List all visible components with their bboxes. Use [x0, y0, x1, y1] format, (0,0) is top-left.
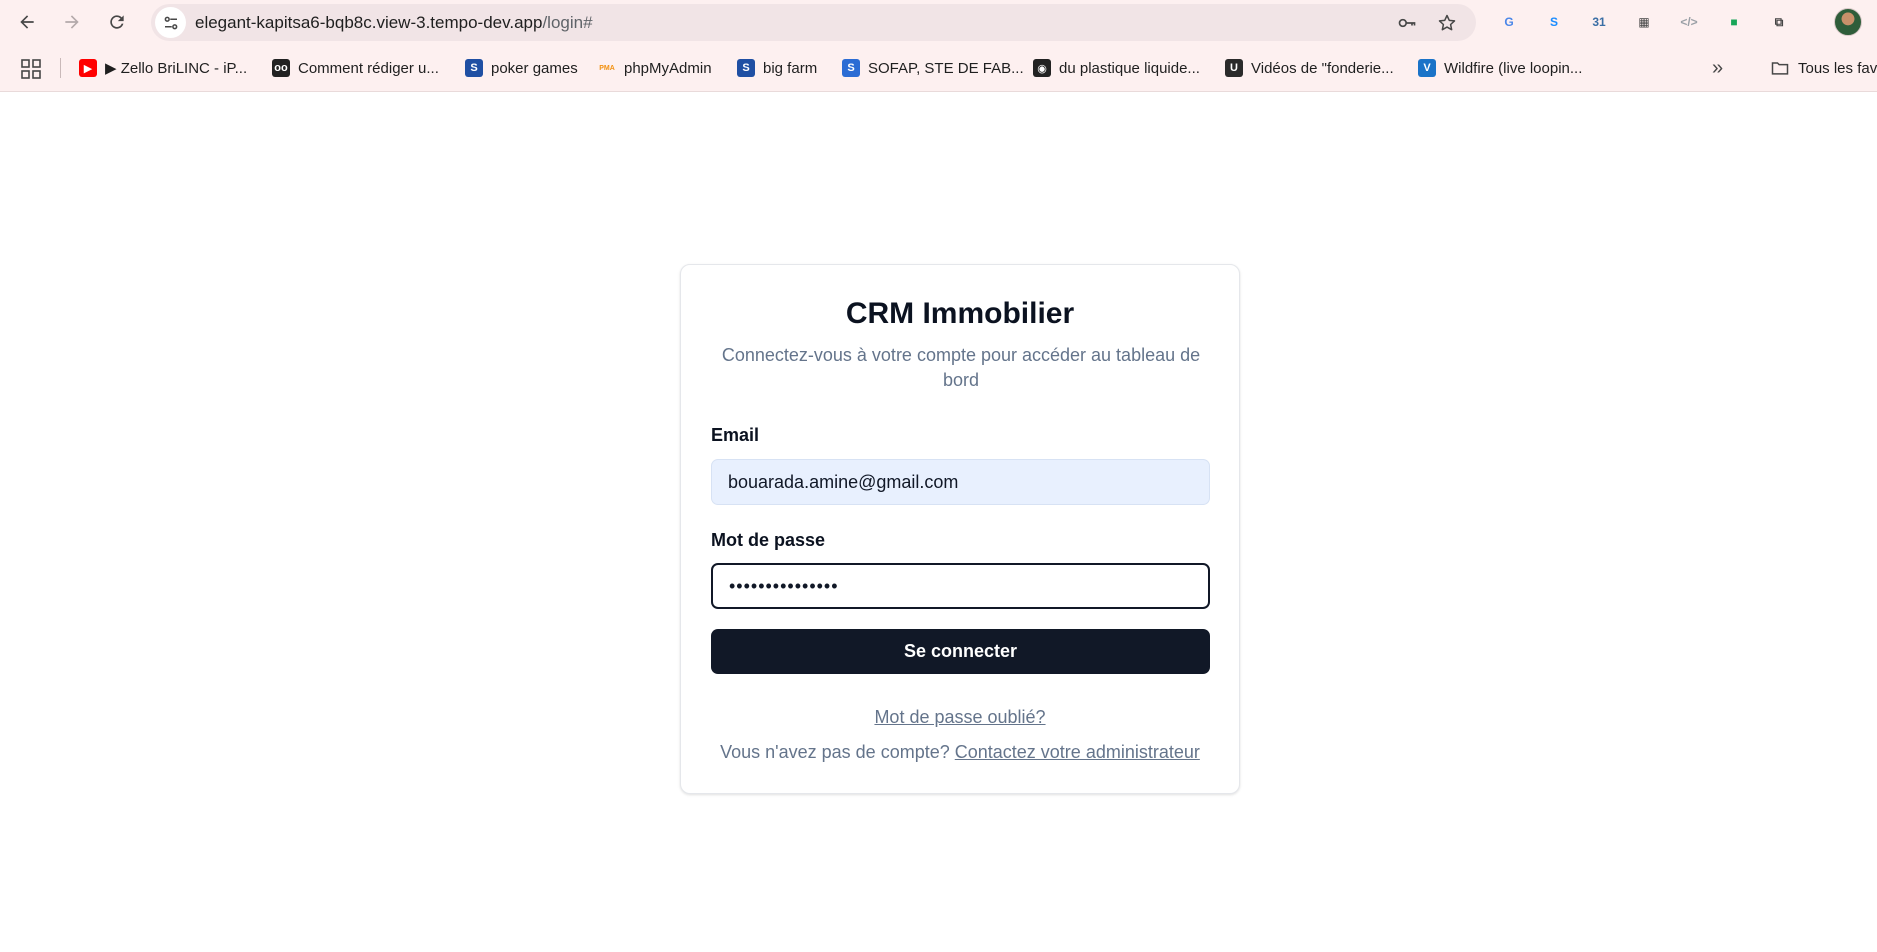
chat-ext-icon[interactable]: ■: [1722, 10, 1746, 34]
password-manager-button[interactable]: [1395, 11, 1419, 35]
bookmark-label: Wildfire (live loopin...: [1444, 59, 1583, 77]
url-path: /login#: [542, 13, 593, 32]
bookmark-label: Vidéos de "fonderie...: [1251, 59, 1394, 77]
bookmark-label: Comment rédiger u...: [298, 59, 439, 77]
video-site-icon: U: [1225, 59, 1243, 77]
more-bookmarks-button[interactable]: »: [1712, 56, 1723, 80]
forgot-password-link[interactable]: Mot de passe oublié?: [874, 707, 1045, 727]
forward-button[interactable]: [56, 6, 88, 38]
calendar-ext-icon[interactable]: 31: [1587, 10, 1611, 34]
page-title: CRM Immobilier: [845, 297, 1075, 330]
address-bar[interactable]: elegant-kapitsa6-bqb8c.view-3.tempo-dev.…: [151, 4, 1476, 41]
bookmark-item[interactable]: U Vidéos de "fonderie...: [1225, 56, 1394, 80]
back-button[interactable]: [11, 6, 43, 38]
bookmarks-bar: ▶ ▶ Zello BriLINC - iP... oo Comment rédige…: [0, 44, 1877, 92]
password-field[interactable]: [711, 563, 1210, 609]
reload-icon: [110, 15, 124, 29]
bookmark-item[interactable]: PMA phpMyAdmin: [598, 56, 712, 80]
bookmarks-divider: [60, 58, 61, 78]
arrow-left-icon: [20, 15, 34, 29]
chevron-double-right-icon: »: [1712, 56, 1724, 79]
s-brand-icon: S: [465, 59, 483, 77]
bookmark-label: ▶ Zello BriLINC - iP...: [105, 60, 248, 77]
password-label: Mot de passe: [711, 530, 826, 550]
apps-grid-icon[interactable]: [21, 59, 41, 79]
profile-avatar[interactable]: [1834, 8, 1862, 36]
login-card: CRM Immobilier Connectez-vous à votre co…: [680, 264, 1240, 794]
bookmark-label: du plastique liquide...: [1059, 59, 1200, 77]
v-brand-icon: V: [1418, 59, 1436, 77]
youtube-icon: ▶: [79, 59, 97, 77]
reload-button[interactable]: [101, 6, 133, 38]
bookmark-item[interactable]: V Wildfire (live loopin...: [1418, 56, 1582, 80]
login-button[interactable]: Se connecter: [711, 629, 1210, 674]
forgot-password-row: Mot de passe oublié?: [681, 707, 1239, 728]
bookmarks-folder-label: Tous les fav: [1798, 59, 1877, 77]
bookmark-star-button[interactable]: [1435, 11, 1459, 35]
login-subtitle: Connectez-vous à votre compte pour accéd…: [721, 345, 1201, 390]
folder-icon: [1771, 62, 1789, 75]
email-field[interactable]: [711, 459, 1210, 505]
bookmark-label: SOFAP, STE DE FAB...: [868, 59, 1024, 77]
bookmark-label: poker games: [491, 59, 578, 77]
qr-code-icon[interactable]: ▦: [1632, 10, 1656, 34]
owl-icon: oo: [272, 59, 290, 77]
phpmyadmin-icon: PMA: [599, 64, 615, 72]
signup-row: Vous n'avez pas de compte? Contactez vot…: [681, 742, 1239, 763]
google-translate-icon[interactable]: G: [1497, 10, 1521, 34]
key-icon: [1398, 18, 1416, 28]
sofap-icon: S: [842, 59, 860, 77]
bookmark-label: phpMyAdmin: [624, 59, 712, 77]
bookmark-item[interactable]: Spoker games: [465, 56, 578, 80]
signup-prompt: Vous n'avez pas de compte?: [720, 742, 950, 762]
email-label: Email: [711, 425, 760, 445]
bookmark-item[interactable]: ◉ du plastique liquide...: [1033, 56, 1200, 80]
extensions-puzzle-icon[interactable]: ⧉: [1767, 10, 1791, 34]
star-icon: [1438, 14, 1456, 31]
bookmark-item[interactable]: ▶ ▶ Zello BriLINC - iP...: [79, 56, 247, 80]
url-host: elegant-kapitsa6-bqb8c.view-3.tempo-dev.…: [195, 13, 543, 32]
bookmark-item[interactable]: Sbig farm: [737, 56, 817, 80]
shazam-icon[interactable]: S: [1542, 10, 1566, 34]
bookmark-item[interactable]: oo Comment rédiger u...: [272, 56, 439, 80]
bookmark-item[interactable]: S SOFAP, STE DE FAB...: [842, 56, 1024, 80]
contact-admin-link[interactable]: Contactez votre administrateur: [955, 742, 1200, 762]
vinyl-icon: ◉: [1033, 59, 1051, 77]
s-brand-icon: S: [737, 59, 755, 77]
code-viewer-icon[interactable]: </>: [1677, 10, 1701, 34]
site-info-button[interactable]: [155, 7, 186, 38]
url-text: elegant-kapitsa6-bqb8c.view-3.tempo-dev.…: [195, 4, 593, 41]
arrow-right-icon: [65, 15, 79, 29]
browser-toolbar: elegant-kapitsa6-bqb8c.view-3.tempo-dev.…: [0, 0, 1877, 44]
tune-icon: [164, 16, 177, 29]
bookmark-label: big farm: [763, 59, 818, 77]
bookmarks-folder[interactable]: Tous les fav: [1770, 56, 1877, 80]
